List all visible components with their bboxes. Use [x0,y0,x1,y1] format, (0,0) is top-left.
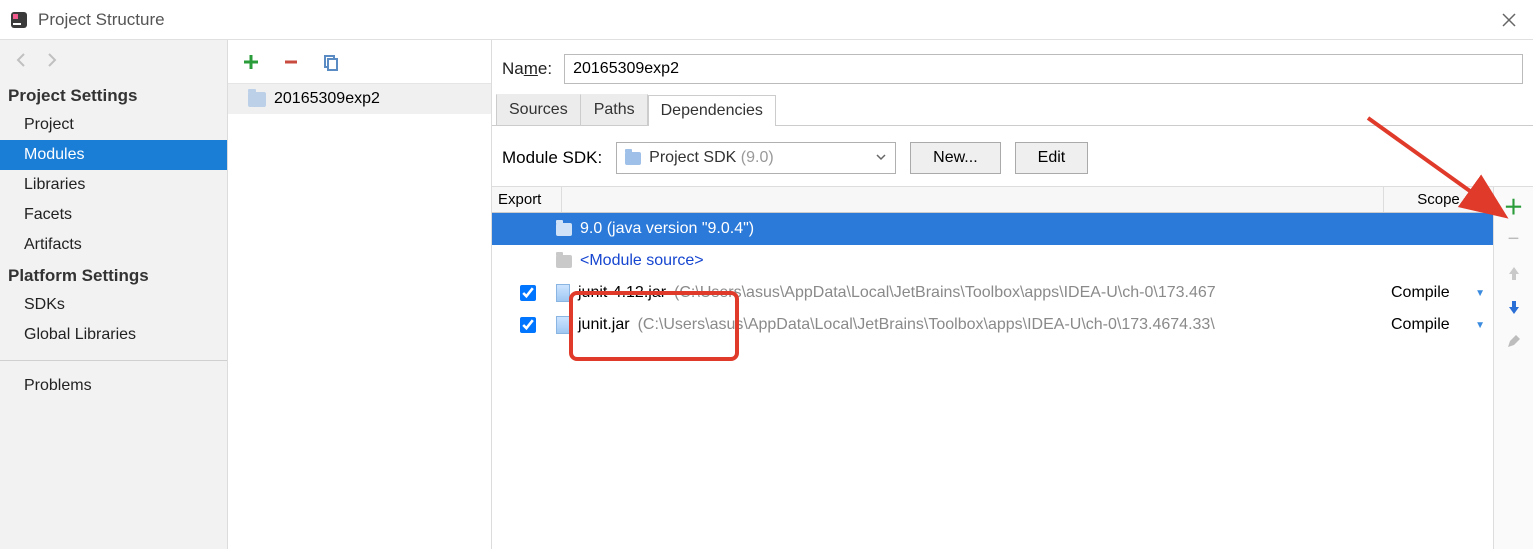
module-tabs: Sources Paths Dependencies [492,94,1533,126]
dependencies-table: Export Scope 9.0 (java version "9.0.4") [492,187,1493,549]
dependency-name: junit.jar [578,316,630,334]
platform-settings-header: Platform Settings [0,260,227,290]
scope-label[interactable]: Compile [1391,284,1450,302]
tab-sources[interactable]: Sources [496,94,581,125]
nav-item-modules[interactable]: Modules [0,140,227,170]
module-source-folder-icon [556,255,572,268]
dependency-name: 9.0 (java version "9.0.4") [580,220,754,238]
sdk-selected-text: Project SDK (9.0) [649,149,867,167]
nav-item-global-libraries[interactable]: Global Libraries [0,320,227,350]
module-list-item[interactable]: 20165309exp2 [228,84,491,114]
module-sdk-label: Module SDK: [502,148,602,168]
dependency-rows: 9.0 (java version "9.0.4") <Module sourc… [492,213,1493,549]
module-name-input[interactable] [564,54,1523,84]
nav-item-artifacts[interactable]: Artifacts [0,230,227,260]
dependency-path: (C:\Users\asus\AppData\Local\JetBrains\T… [638,316,1215,334]
remove-module-icon[interactable] [280,51,302,73]
dependency-row-module-source[interactable]: <Module source> [492,245,1493,277]
close-icon[interactable] [1493,4,1525,36]
module-sdk-select[interactable]: Project SDK (9.0) [616,142,896,174]
add-dependency-icon[interactable]: ＋ [1500,191,1528,219]
move-up-icon[interactable] [1500,259,1528,287]
column-export[interactable]: Export [492,187,562,212]
dependency-path: (C:\Users\asus\AppData\Local\JetBrains\T… [674,284,1216,302]
nav-divider [0,360,227,361]
dependency-side-toolbar: ＋ − [1493,187,1533,549]
export-checkbox[interactable] [520,285,536,301]
jar-icon [556,316,570,334]
dependency-row-jar[interactable]: junit-4.12.jar (C:\Users\asus\AppData\Lo… [492,277,1493,309]
scope-label[interactable]: Compile [1391,316,1450,334]
tab-paths[interactable]: Paths [581,94,648,125]
dependency-row-jar[interactable]: junit.jar (C:\Users\asus\AppData\Local\J… [492,309,1493,341]
nav-forward-icon[interactable] [40,48,64,72]
chevron-down-icon [875,150,887,167]
nav-item-sdks[interactable]: SDKs [0,290,227,320]
nav-item-facets[interactable]: Facets [0,200,227,230]
tab-dependencies[interactable]: Dependencies [648,95,776,126]
window-title: Project Structure [38,10,165,30]
nav-item-problems[interactable]: Problems [0,371,227,401]
edit-sdk-button[interactable]: Edit [1015,142,1089,174]
sdk-folder-icon [625,152,641,165]
chevron-down-icon[interactable]: ▼ [1475,320,1485,331]
titlebar: Project Structure [0,0,1533,40]
dependencies-header: Export Scope [492,187,1493,213]
module-name-label: 20165309exp2 [274,90,380,108]
add-module-icon[interactable] [240,51,262,73]
module-detail-panel: Name: Sources Paths Dependencies Module … [492,40,1533,549]
project-settings-header: Project Settings [0,80,227,110]
name-field-label: Name: [502,59,552,79]
left-nav: Project Settings Project Modules Librari… [0,40,228,549]
intellij-icon [8,9,30,31]
column-scope[interactable]: Scope [1383,187,1493,212]
dependency-name: junit-4.12.jar [578,284,666,302]
module-list-panel: 20165309exp2 [228,40,492,549]
jar-icon [556,284,570,302]
sdk-folder-icon [556,223,572,236]
project-structure-window: Project Structure Project Settings Proje… [0,0,1533,549]
move-down-icon[interactable] [1500,293,1528,321]
edit-dependency-icon[interactable] [1500,327,1528,355]
dependency-name: <Module source> [580,252,704,270]
new-sdk-button[interactable]: New... [910,142,1000,174]
export-checkbox[interactable] [520,317,536,333]
chevron-down-icon[interactable]: ▼ [1475,288,1485,299]
nav-back-icon[interactable] [10,48,34,72]
dependency-row-sdk[interactable]: 9.0 (java version "9.0.4") [492,213,1493,245]
nav-item-libraries[interactable]: Libraries [0,170,227,200]
copy-module-icon[interactable] [320,51,342,73]
nav-item-project[interactable]: Project [0,110,227,140]
remove-dependency-icon[interactable]: − [1500,225,1528,253]
module-folder-icon [248,92,266,107]
